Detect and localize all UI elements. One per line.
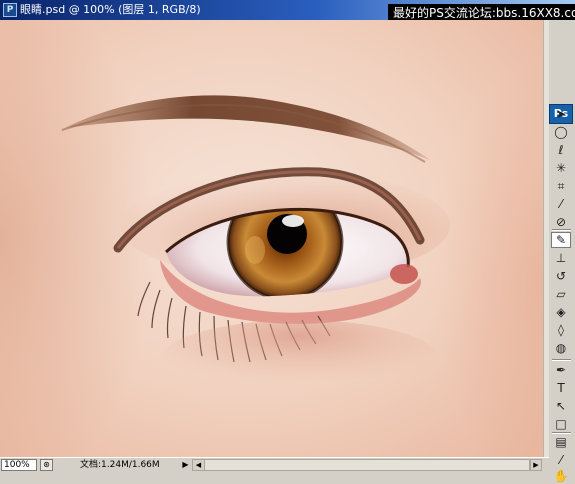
scroll-left-arrow-icon[interactable]: ◀: [193, 460, 205, 470]
clone-stamp-tool[interactable]: ⊥: [551, 250, 571, 266]
eraser-icon: ▱: [556, 287, 566, 301]
pen-icon: ✒: [555, 363, 567, 377]
crop-icon: ⌗: [557, 179, 565, 193]
dodge-icon: ◍: [555, 341, 567, 355]
healing-brush-tool[interactable]: ⊘: [551, 214, 571, 230]
brush-icon: ✎: [555, 233, 567, 247]
bandage-icon: ⊘: [555, 215, 567, 229]
magic-wand-tool[interactable]: ✳: [551, 160, 571, 176]
scroll-right-arrow-icon[interactable]: ▶: [530, 459, 542, 471]
document-title-bar[interactable]: P 眼睛.psd @ 100% (图层 1, RGB/8) 最好的PS交流论坛:…: [0, 0, 575, 20]
rectangle-tool[interactable]: □: [551, 416, 571, 432]
history-brush-icon: ↺: [555, 269, 567, 283]
horizontal-scrollbar[interactable]: ◀: [192, 459, 530, 471]
rectangle-icon: □: [555, 417, 567, 431]
brush-tool[interactable]: ✎: [551, 232, 571, 248]
paint-bucket-icon: ◈: [556, 305, 566, 319]
path-selection-icon: ↖: [555, 399, 567, 413]
notes-icon: ▤: [555, 435, 567, 449]
stamp-icon: ⊥: [555, 251, 567, 265]
history-brush-tool[interactable]: ↺: [551, 268, 571, 284]
blur-tool[interactable]: ◊: [551, 322, 571, 338]
document-status-icon[interactable]: ⊛: [40, 459, 53, 471]
document-canvas[interactable]: [0, 20, 543, 457]
lasso-tool[interactable]: ℓ: [551, 142, 571, 158]
hand-tool[interactable]: ✋: [551, 468, 571, 484]
ellipse-marquee-icon: ◯: [554, 125, 568, 139]
tool-separator: [552, 229, 571, 231]
magic-wand-icon: ✳: [555, 161, 567, 175]
document-title: 眼睛.psd @ 100% (图层 1, RGB/8): [20, 3, 201, 16]
crop-tool[interactable]: ⌗: [551, 178, 571, 194]
move-tool[interactable]: ➤: [551, 106, 571, 122]
sampler-eyedropper-icon: ⁄: [559, 453, 562, 467]
hand-icon: ✋: [553, 469, 569, 483]
path-selection-tool[interactable]: ↖: [551, 398, 571, 414]
photoshop-doc-icon: P: [3, 3, 17, 17]
status-menu-arrow-icon[interactable]: ▶: [181, 459, 190, 471]
eye-painting: [0, 20, 543, 457]
document-size-info: 文档:1.24M/1.66M: [80, 460, 160, 470]
paint-bucket-tool[interactable]: ◈: [551, 304, 571, 320]
type-tool[interactable]: T: [551, 380, 571, 396]
sampler-eyedropper-tool[interactable]: ⁄: [551, 452, 571, 468]
eyedropper-tool[interactable]: ⁄: [551, 196, 571, 212]
type-icon: T: [557, 381, 565, 395]
tool-separator: [552, 359, 571, 361]
forum-watermark: 最好的PS交流论坛:bbs.16XX8.com: [388, 4, 575, 20]
ellipse-marquee-tool[interactable]: ◯: [551, 124, 571, 140]
eraser-tool[interactable]: ▱: [551, 286, 571, 302]
blur-drop-icon: ◊: [558, 323, 564, 337]
tool-separator: [552, 432, 571, 434]
tools-panel: Ps ➤ ◯ ℓ ✳ ⌗ ⁄ ⊘ ✎ ⊥ ↺ ▱ ◈ ◊ ◍ ✒ T ↖ □ ▤ ⁄ ✋: [549, 20, 575, 483]
zoom-level-field[interactable]: 100%: [1, 459, 37, 471]
status-bar: 100% ⊛ 文档:1.24M/1.66M ▶ ◀ ▶: [0, 457, 549, 472]
notes-tool[interactable]: ▤: [551, 434, 571, 450]
lasso-icon: ℓ: [558, 143, 564, 157]
dodge-tool[interactable]: ◍: [551, 340, 571, 356]
move-icon: ➤: [555, 107, 567, 121]
pen-tool[interactable]: ✒: [551, 362, 571, 378]
eyedropper-icon: ⁄: [559, 197, 562, 211]
